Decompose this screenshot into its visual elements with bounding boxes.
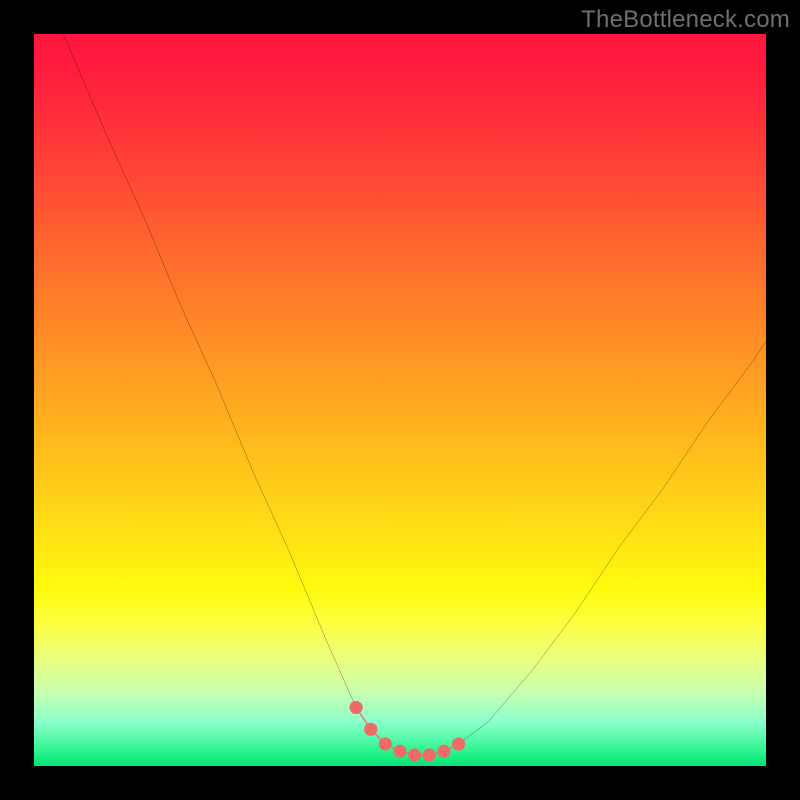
chart-frame: TheBottleneck.com [0, 0, 800, 800]
curve-layer [34, 34, 766, 766]
bottleneck-curve [63, 34, 766, 755]
highlight-dots [349, 701, 465, 762]
plot-area [34, 34, 766, 766]
watermark-text: TheBottleneck.com [581, 6, 790, 34]
